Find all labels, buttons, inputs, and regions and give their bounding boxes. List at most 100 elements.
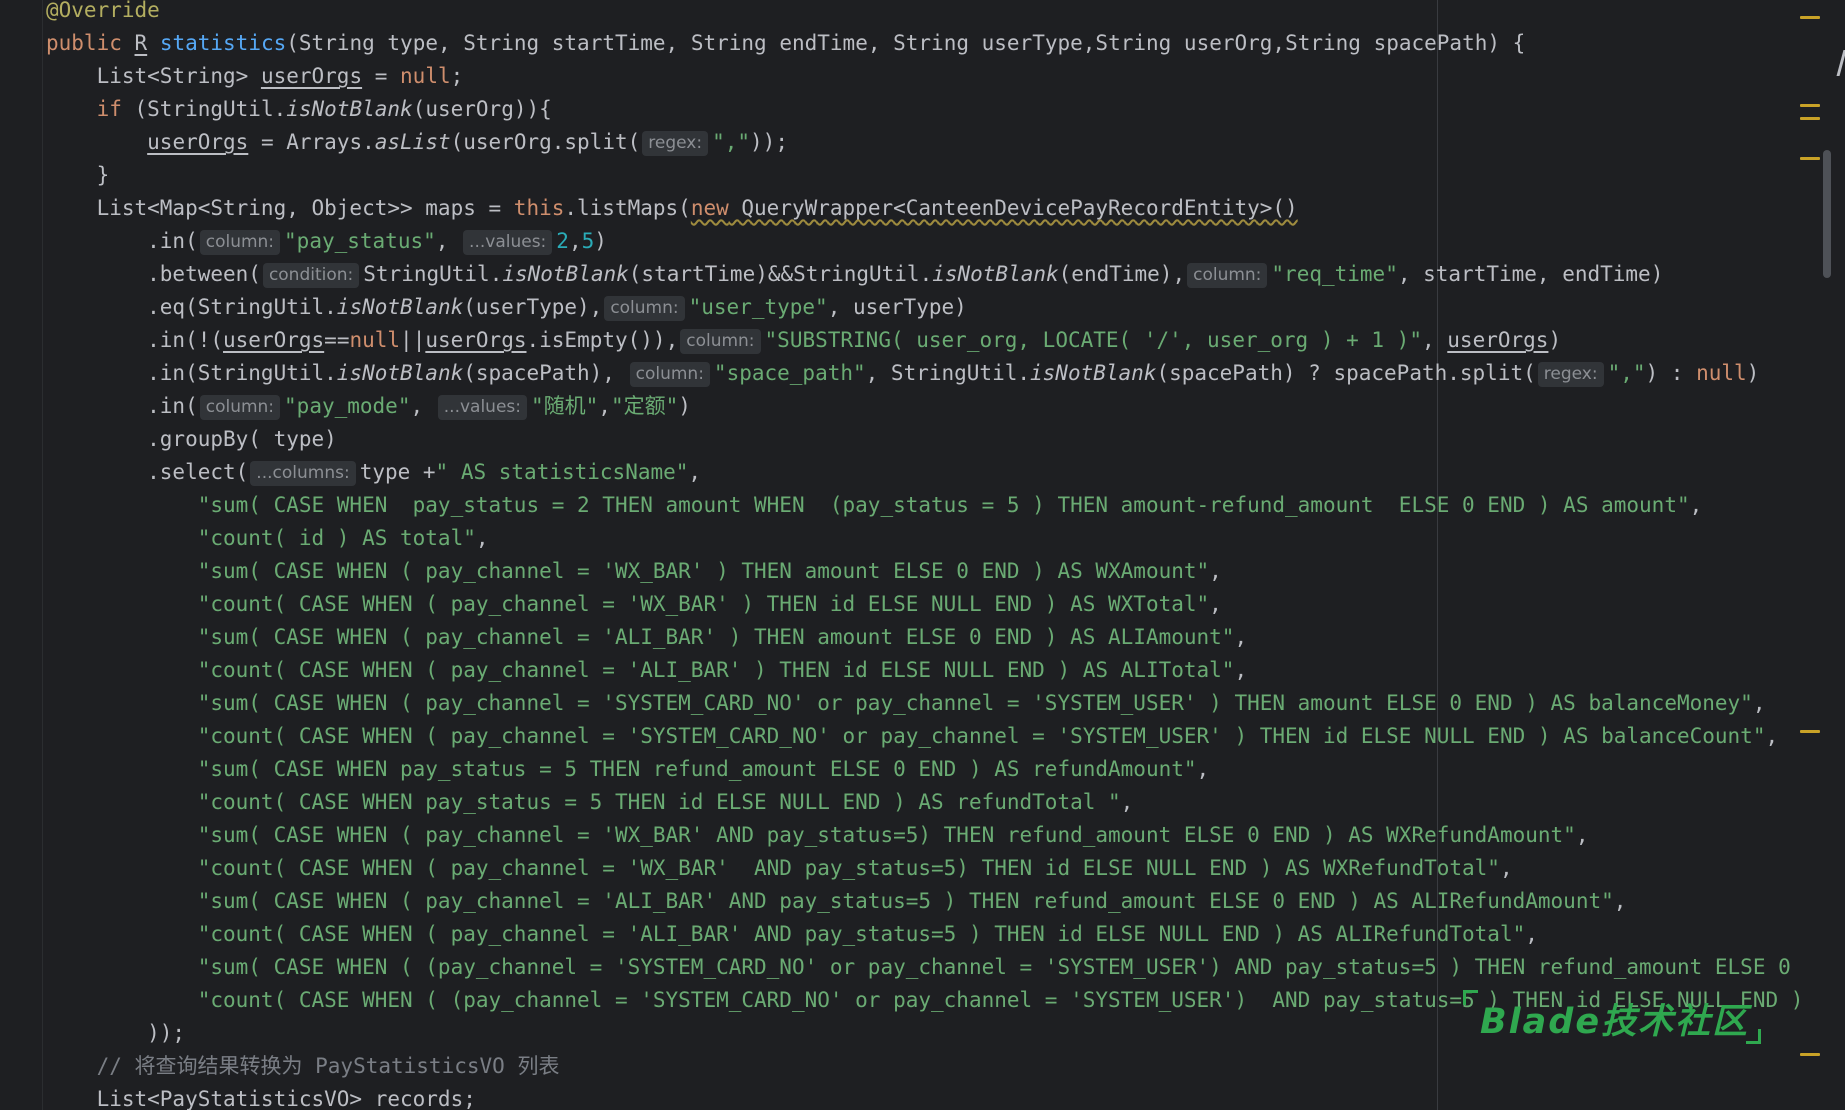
code-token: List<String> bbox=[46, 64, 261, 88]
code-token: (StringUtil. bbox=[121, 97, 287, 121]
code-token: 2 bbox=[556, 229, 569, 253]
code-token: , bbox=[1209, 559, 1222, 583]
code-line[interactable]: } bbox=[46, 159, 110, 192]
code-line[interactable]: List<PayStatisticsVO> records; bbox=[46, 1083, 476, 1110]
code-line[interactable]: "sum( CASE WHEN ( (pay_channel = 'SYSTEM… bbox=[46, 951, 1800, 984]
code-token: "," bbox=[1607, 361, 1646, 385]
code-line[interactable]: "sum( CASE WHEN ( pay_channel = 'WX_BAR'… bbox=[46, 819, 1589, 852]
code-token: userOrgs bbox=[223, 328, 325, 352]
code-line[interactable]: public R statistics(String type, String … bbox=[46, 27, 1525, 60]
code-line[interactable]: "count( CASE WHEN ( pay_channel = 'ALI_B… bbox=[46, 654, 1247, 687]
code-token: (userOrg)){ bbox=[412, 97, 552, 121]
code-line[interactable]: "count( id ) AS total", bbox=[46, 522, 489, 555]
code-token: || bbox=[400, 328, 426, 352]
code-token: public bbox=[46, 31, 135, 55]
code-line[interactable]: List<String> userOrgs = null; bbox=[46, 60, 464, 93]
code-line[interactable]: "sum( CASE WHEN pay_status = 2 THEN amou… bbox=[46, 489, 1703, 522]
code-token: (spacePath), bbox=[463, 361, 628, 385]
code-token: "定额" bbox=[610, 394, 679, 418]
code-token: "count( CASE WHEN pay_status = 5 THEN id… bbox=[197, 790, 1121, 814]
code-token: List<Map<String, Object>> maps = bbox=[46, 196, 514, 220]
code-line[interactable]: "sum( CASE WHEN ( pay_channel = 'WX_BAR'… bbox=[46, 555, 1222, 588]
parameter-hint: regex: bbox=[642, 131, 709, 156]
warning-marker[interactable] bbox=[1800, 157, 1820, 160]
code-line[interactable]: // 将查询结果转换为 PayStatisticsVO 列表 bbox=[46, 1050, 560, 1083]
code-line[interactable]: @Override bbox=[46, 0, 160, 27]
warning-marker[interactable] bbox=[1800, 16, 1820, 19]
code-line[interactable]: .in(column: "pay_status", ...values: 2,5) bbox=[46, 225, 607, 258]
parameter-hint: column: bbox=[1187, 263, 1268, 288]
code-token: "sum( CASE WHEN ( pay_channel = 'ALI_BAR… bbox=[197, 889, 1614, 913]
code-token: )); bbox=[750, 130, 788, 154]
code-token: statistics bbox=[159, 31, 287, 55]
code-token: , bbox=[688, 460, 702, 484]
parameter-hint: column: bbox=[604, 296, 685, 321]
parameter-hint: column: bbox=[680, 329, 761, 354]
code-line[interactable]: "sum( CASE WHEN ( pay_channel = 'ALI_BAR… bbox=[46, 621, 1247, 654]
code-line[interactable]: .groupBy( type) bbox=[46, 423, 337, 456]
code-token: (endTime), bbox=[1058, 262, 1186, 286]
code-token: .isEmpty()), bbox=[526, 328, 679, 352]
code-token: (startTime)&&StringUtil. bbox=[628, 262, 933, 286]
warning-marker[interactable] bbox=[1800, 117, 1820, 120]
code-token: "sum( CASE WHEN ( pay_channel = 'WX_BAR'… bbox=[197, 823, 1576, 847]
code-line[interactable]: "sum( CASE WHEN ( pay_channel = 'ALI_BAR… bbox=[46, 885, 1627, 918]
code-line[interactable]: .in(StringUtil.isNotBlank(spacePath), co… bbox=[46, 357, 1759, 390]
code-token: "sum( CASE WHEN ( pay_channel = 'WX_BAR'… bbox=[197, 559, 1210, 583]
warning-marker[interactable] bbox=[1800, 104, 1820, 107]
code-token: "sum( CASE WHEN ( pay_channel = 'ALI_BAR… bbox=[197, 625, 1235, 649]
code-token: = Arrays. bbox=[248, 130, 375, 154]
code-line[interactable]: List<Map<String, Object>> maps = this.li… bbox=[46, 192, 1298, 225]
code-token: == bbox=[324, 328, 350, 352]
code-token: "count( CASE WHEN ( pay_channel = 'WX_BA… bbox=[197, 592, 1210, 616]
code-token: , userType) bbox=[827, 295, 967, 319]
code-editor[interactable]: @Override public R statistics(String type… bbox=[0, 0, 1845, 1110]
error-stripe-scrollbar[interactable] bbox=[1800, 0, 1845, 1110]
warning-marker[interactable] bbox=[1800, 1053, 1820, 1056]
parameter-hint: column: bbox=[629, 362, 710, 387]
code-token: new bbox=[690, 196, 729, 220]
code-line[interactable]: "count( CASE WHEN ( pay_channel = 'SYSTE… bbox=[46, 720, 1778, 753]
code-line[interactable]: "count( CASE WHEN ( pay_channel = 'WX_BA… bbox=[46, 852, 1513, 885]
code-token: (String type, String startTime, String e… bbox=[286, 31, 1526, 55]
code-token: isNotBlank bbox=[1030, 361, 1157, 385]
code-token: (userType), bbox=[463, 295, 603, 319]
code-token: , bbox=[1689, 493, 1703, 517]
code-line[interactable]: .select(...columns: type +" AS statistics… bbox=[46, 456, 701, 489]
code-line[interactable]: .in(column: "pay_mode", ...values: "随机","定… bbox=[46, 390, 691, 423]
code-token: isNotBlank bbox=[502, 262, 629, 286]
code-token: "space_path" bbox=[713, 361, 866, 385]
code-line[interactable]: userOrgs = Arrays.asList(userOrg.split(r… bbox=[46, 126, 788, 159]
code-token: , bbox=[410, 394, 436, 418]
code-text-area[interactable]: @Override public R statistics(String type… bbox=[0, 0, 1800, 1110]
code-line[interactable]: "count( CASE WHEN ( pay_channel = 'ALI_B… bbox=[46, 918, 1538, 951]
code-token: if bbox=[96, 97, 122, 121]
watermark-corner-icon bbox=[1463, 990, 1478, 1005]
code-line[interactable]: .in(!(userOrgs==null||userOrgs.isEmpty()… bbox=[46, 324, 1561, 357]
code-line[interactable]: "count( CASE WHEN ( pay_channel = 'WX_BA… bbox=[46, 588, 1222, 621]
code-line[interactable]: .eq(StringUtil.isNotBlank(userType), colu… bbox=[46, 291, 967, 324]
scroll-thumb[interactable] bbox=[1823, 150, 1831, 278]
code-line[interactable]: .between(condition: StringUtil.isNotBlank… bbox=[46, 258, 1663, 291]
code-token: isNotBlank bbox=[336, 361, 464, 385]
code-line[interactable]: "sum( CASE WHEN pay_status = 5 THEN refu… bbox=[46, 753, 1209, 786]
code-line[interactable]: if (StringUtil.isNotBlank(userOrg)){ bbox=[46, 93, 552, 126]
code-token: ) bbox=[1746, 361, 1760, 385]
code-line[interactable]: "count( CASE WHEN pay_status = 5 THEN id… bbox=[46, 786, 1134, 819]
code-token: userOrgs bbox=[425, 328, 527, 352]
watermark-text: Blade技术社区 bbox=[1480, 1002, 1750, 1042]
code-token: , bbox=[1234, 625, 1248, 649]
code-line[interactable]: "sum( CASE WHEN ( pay_channel = 'SYSTEM_… bbox=[46, 687, 1766, 720]
code-token: , bbox=[1765, 724, 1779, 748]
code-token: ) : bbox=[1645, 361, 1697, 385]
code-token: .in( bbox=[46, 394, 198, 418]
code-token: (userOrg.split( bbox=[450, 130, 641, 154]
code-token: null bbox=[1696, 361, 1747, 385]
warning-marker[interactable] bbox=[1800, 730, 1820, 733]
code-line[interactable]: )); bbox=[46, 1017, 185, 1050]
